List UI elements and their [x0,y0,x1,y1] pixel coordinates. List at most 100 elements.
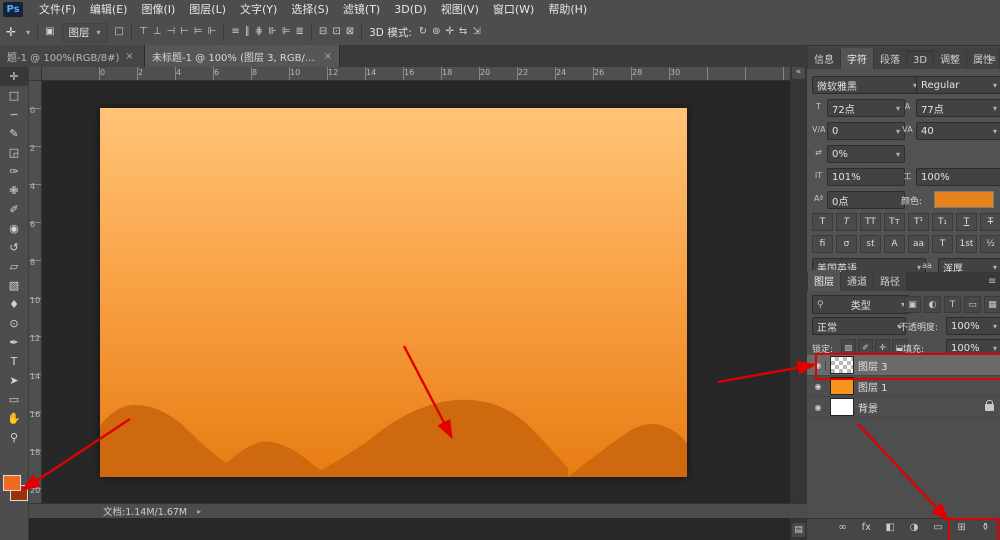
auto-select-target-dropdown[interactable]: 图层 ▾ [62,23,108,42]
menu-item[interactable]: 图像(I) [134,1,182,19]
layer-style-icon[interactable]: fx [859,522,874,533]
opentype-button[interactable]: fi [812,235,833,253]
layer-filter-icon[interactable]: ▣ [904,296,921,313]
vertical-scale-input[interactable]: 101% [827,168,905,186]
new-layer-icon[interactable]: ⊞ [954,522,969,533]
opentype-button[interactable]: A [884,235,905,253]
align-icon[interactable]: ⊨ [194,25,203,39]
close-tab-icon[interactable]: × [125,51,133,62]
link-layers-icon[interactable]: ∞ [835,522,850,533]
move-tool[interactable]: ✛ [0,67,28,86]
dodge-tool[interactable]: ⊙ [0,314,28,333]
collapse-dock-icon[interactable]: « [792,65,805,79]
menu-item[interactable]: 选择(S) [284,1,336,19]
shape-tool[interactable]: ▭ [0,390,28,409]
text-format-button[interactable]: T [980,213,1000,231]
panel-menu-icon[interactable]: ≡ [988,276,996,287]
current-tool-icon[interactable]: ✛ [6,25,16,39]
layer-filter-icon[interactable]: ▭ [964,296,981,313]
panel-tab-4[interactable]: 3D [907,52,933,69]
text-color-swatch[interactable] [934,191,994,208]
brush-tool[interactable]: ✐ [0,200,28,219]
healing-brush-tool[interactable]: ✙ [0,181,28,200]
blur-tool[interactable]: ♦ [0,295,28,314]
horizontal-scale-input[interactable]: 100% [916,168,1000,186]
text-format-button[interactable]: Tт [884,213,905,231]
layers-panel-tab-1[interactable]: 图层 [808,270,840,291]
menu-item[interactable]: 窗口(W) [486,1,541,19]
quick-select-tool[interactable]: ✎ [0,124,28,143]
eraser-tool[interactable]: ▱ [0,257,28,276]
crop-tool[interactable]: ◲ [0,143,28,162]
layer-row[interactable]: ◉图层 1 [807,376,1000,397]
lasso-tool[interactable]: ∽ [0,105,28,124]
menu-item[interactable]: 帮助(H) [541,1,594,19]
font-size-dropdown[interactable]: 72点 ▾ [827,99,905,117]
opacity-dropdown[interactable]: 100% ▾ [946,317,1000,335]
tracking-dropdown[interactable]: 40 ▾ [916,122,1000,140]
layer-row[interactable]: ◉图层 3 [807,355,1000,376]
canvas-image[interactable] [100,108,687,477]
menu-item[interactable]: 滤镜(T) [336,1,387,19]
visibility-eye-icon[interactable]: ◉ [811,382,826,391]
panel-menu-icon[interactable]: ≡ [988,54,996,65]
font-style-dropdown[interactable]: Regular ▾ [916,76,1000,94]
lock-icon[interactable]: ✛ [875,339,890,355]
auto-select-checkbox[interactable]: ▣ [45,25,54,39]
3d-mode-icon[interactable]: ⇲ [472,25,480,39]
text-format-button[interactable]: T [836,213,857,231]
align-icon[interactable]: ⊣ [166,25,175,39]
text-format-button[interactable]: T [812,213,833,231]
eyedropper-tool[interactable]: ✑ [0,162,28,181]
3d-mode-icon[interactable]: ↻ [419,25,427,39]
text-format-button[interactable]: T₁ [932,213,953,231]
add-mask-icon[interactable]: ◧ [883,522,898,533]
align-icon[interactable]: ⊤ [139,25,148,39]
align-icon[interactable]: ⊥ [153,25,162,39]
document-tab[interactable]: 题-1 @ 100%(RGB/8#) × [0,45,145,67]
menu-item[interactable]: 编辑(E) [83,1,135,19]
3d-mode-icon[interactable]: ⇆ [459,25,467,39]
kerning-dropdown[interactable]: 0 ▾ [827,122,905,140]
pen-tool[interactable]: ✒ [0,333,28,352]
distribute-icon[interactable]: ∥ [245,25,250,39]
new-group-icon[interactable]: ▭ [930,522,945,533]
new-adjustment-layer-icon[interactable]: ◑ [906,522,921,533]
menu-item[interactable]: 文件(F) [32,1,83,19]
path-select-tool[interactable]: ➤ [0,371,28,390]
layer-row[interactable]: ◉背景 [807,397,1000,418]
distribute-icon[interactable]: ⊫ [282,25,291,39]
layer-filter-dropdown[interactable]: ⚲ 类型 ▾ [812,295,910,314]
opentype-button[interactable]: aa [908,235,929,253]
distribute-icon[interactable]: ⊪ [268,25,277,39]
lock-icon[interactable]: ✐ [858,339,873,355]
panel-tab-1[interactable]: 信息 [808,48,840,69]
distribute-icon[interactable]: ≡ [231,25,239,39]
panel-tab-3[interactable]: 段落 [874,48,906,69]
opentype-button[interactable]: T [932,235,953,253]
tool-preset-caret-icon[interactable]: ▾ [26,28,30,37]
layer-filter-icon[interactable]: T [944,296,961,313]
3d-mode-icon[interactable]: ⊚ [432,25,440,39]
show-transform-checkbox[interactable]: □ [115,25,124,39]
distribute-icon[interactable]: ≣ [296,25,304,39]
menu-item[interactable]: 3D(D) [387,1,434,19]
hand-tool[interactable]: ✋ [0,409,28,428]
opentype-button[interactable]: ½ [980,235,1000,253]
menu-item[interactable]: 文字(Y) [233,1,284,19]
blend-mode-dropdown[interactable]: 正常 ▾ [812,317,906,335]
auto-align-icon[interactable]: ⊟ [319,25,327,39]
gradient-tool[interactable]: ▧ [0,276,28,295]
3d-mode-icon[interactable]: ✛ [446,25,454,39]
menu-item[interactable]: 图层(L) [182,1,233,19]
opentype-button[interactable]: σ [836,235,857,253]
delete-layer-icon[interactable]: ⚱ [978,522,993,533]
auto-align-icon[interactable]: ⊠ [346,25,354,39]
leading-dropdown[interactable]: 77点 ▾ [916,99,1000,117]
lock-icon[interactable]: ▨ [841,339,856,355]
document-tab[interactable]: 未标题-1 @ 100% (图层 3, RGB/8#) * × [145,45,340,67]
marquee-tool[interactable]: □ [0,86,28,105]
type-tool[interactable]: T [0,352,28,371]
zoom-tool[interactable]: ⚲ [0,428,28,447]
visibility-eye-icon[interactable]: ◉ [811,403,826,412]
